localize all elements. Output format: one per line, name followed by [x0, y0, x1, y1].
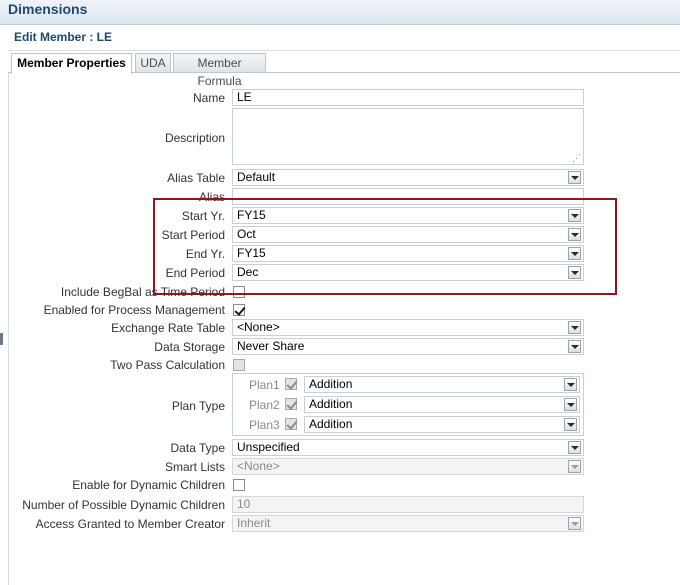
chevron-down-icon[interactable]	[568, 266, 581, 279]
dynamic-children-checkbox[interactable]	[233, 479, 245, 491]
access-granted-value: Inherit	[237, 516, 271, 530]
end-yr-label: End Yr.	[185, 247, 225, 261]
plan3-aggregation-value: Addition	[309, 417, 353, 431]
num-dynamic-children-field[interactable]: 10	[232, 496, 584, 513]
process-management-checkbox[interactable]	[233, 304, 245, 316]
num-dynamic-children-label: Number of Possible Dynamic Children	[22, 498, 225, 512]
end-period-select[interactable]: Dec	[232, 264, 584, 281]
description-textarea[interactable]: ⋰	[232, 108, 584, 165]
plan1-aggregation-select[interactable]: Addition	[304, 376, 580, 393]
exchange-rate-value: <None>	[237, 320, 280, 334]
dimensions-titlebar: Dimensions	[0, 0, 680, 25]
data-type-label: Data Type	[170, 441, 225, 455]
data-storage-label: Data Storage	[154, 340, 225, 354]
plan1-checkbox[interactable]	[285, 378, 297, 390]
data-type-value: Unspecified	[237, 440, 300, 454]
window-title: Dimensions	[8, 1, 88, 17]
chevron-down-icon[interactable]	[568, 209, 581, 222]
alias-table-value: Default	[237, 170, 276, 184]
resize-grip-icon[interactable]: ⋰	[572, 154, 581, 163]
plan3-checkbox[interactable]	[285, 418, 297, 430]
chevron-down-icon[interactable]	[564, 418, 577, 431]
plan2-checkbox[interactable]	[285, 398, 297, 410]
plan2-aggregation-value: Addition	[309, 397, 353, 411]
end-yr-value: FY15	[237, 246, 266, 260]
plan-type-label: Plan Type	[171, 399, 225, 413]
plan3-aggregation-select[interactable]: Addition	[304, 416, 580, 433]
chevron-down-icon[interactable]	[568, 441, 581, 454]
plan1-aggregation-value: Addition	[309, 377, 353, 391]
name-field[interactable]: LE	[232, 89, 584, 106]
exchange-rate-select[interactable]: <None>	[232, 319, 584, 336]
access-granted-select[interactable]: Inherit	[232, 515, 584, 532]
chevron-down-icon[interactable]	[568, 517, 581, 530]
include-begbal-checkbox[interactable]	[233, 286, 245, 298]
alias-field[interactable]	[232, 188, 584, 205]
chevron-down-icon[interactable]	[568, 460, 581, 473]
plan1-label: Plan1	[249, 378, 280, 392]
alias-table-select[interactable]: Default	[232, 169, 584, 186]
smart-lists-label: Smart Lists	[164, 460, 225, 474]
end-period-value: Dec	[237, 265, 259, 279]
start-period-value: Oct	[237, 227, 256, 241]
plan3-label: Plan3	[249, 418, 280, 432]
start-yr-value: FY15	[237, 208, 266, 222]
data-type-select[interactable]: Unspecified	[232, 439, 584, 456]
plan2-aggregation-select[interactable]: Addition	[304, 396, 580, 413]
tab-member-properties[interactable]: Member Properties	[11, 53, 132, 74]
edit-member-title: Edit Member : LE	[14, 30, 113, 44]
chevron-down-icon[interactable]	[564, 378, 577, 391]
process-management-label: Enabled for Process Management	[43, 303, 225, 317]
two-pass-label: Two Pass Calculation	[110, 358, 225, 372]
start-yr-select[interactable]: FY15	[232, 207, 584, 224]
smart-lists-select[interactable]: <None>	[232, 458, 584, 475]
alias-table-label: Alias Table	[167, 171, 225, 185]
chevron-down-icon[interactable]	[568, 321, 581, 334]
include-begbal-label: Include BegBal as Time Period	[60, 285, 225, 299]
data-storage-select[interactable]: Never Share	[232, 338, 584, 355]
two-pass-checkbox[interactable]	[233, 359, 245, 371]
tab-uda[interactable]: UDA	[135, 53, 171, 73]
divider	[8, 50, 680, 51]
chevron-down-icon[interactable]	[568, 247, 581, 260]
tab-member-formula[interactable]: Member Formula	[173, 53, 266, 88]
data-storage-value: Never Share	[237, 339, 305, 353]
smart-lists-value: <None>	[237, 459, 280, 473]
content-border	[8, 73, 9, 585]
end-yr-select[interactable]: FY15	[232, 245, 584, 262]
chevron-down-icon[interactable]	[568, 171, 581, 184]
start-period-label: Start Period	[161, 228, 225, 242]
splitter-handle[interactable]	[0, 333, 3, 345]
start-yr-label: Start Yr.	[181, 209, 225, 223]
end-period-label: End Period	[165, 266, 225, 280]
chevron-down-icon[interactable]	[568, 228, 581, 241]
description-label: Description	[164, 131, 225, 145]
chevron-down-icon[interactable]	[568, 340, 581, 353]
start-period-select[interactable]: Oct	[232, 226, 584, 243]
name-label: Name	[192, 91, 225, 105]
access-granted-label: Access Granted to Member Creator	[35, 517, 225, 531]
exchange-rate-label: Exchange Rate Table	[111, 321, 225, 335]
dynamic-children-label: Enable for Dynamic Children	[72, 478, 225, 492]
alias-label: Alias	[198, 190, 225, 204]
plan2-label: Plan2	[249, 398, 280, 412]
chevron-down-icon[interactable]	[564, 398, 577, 411]
